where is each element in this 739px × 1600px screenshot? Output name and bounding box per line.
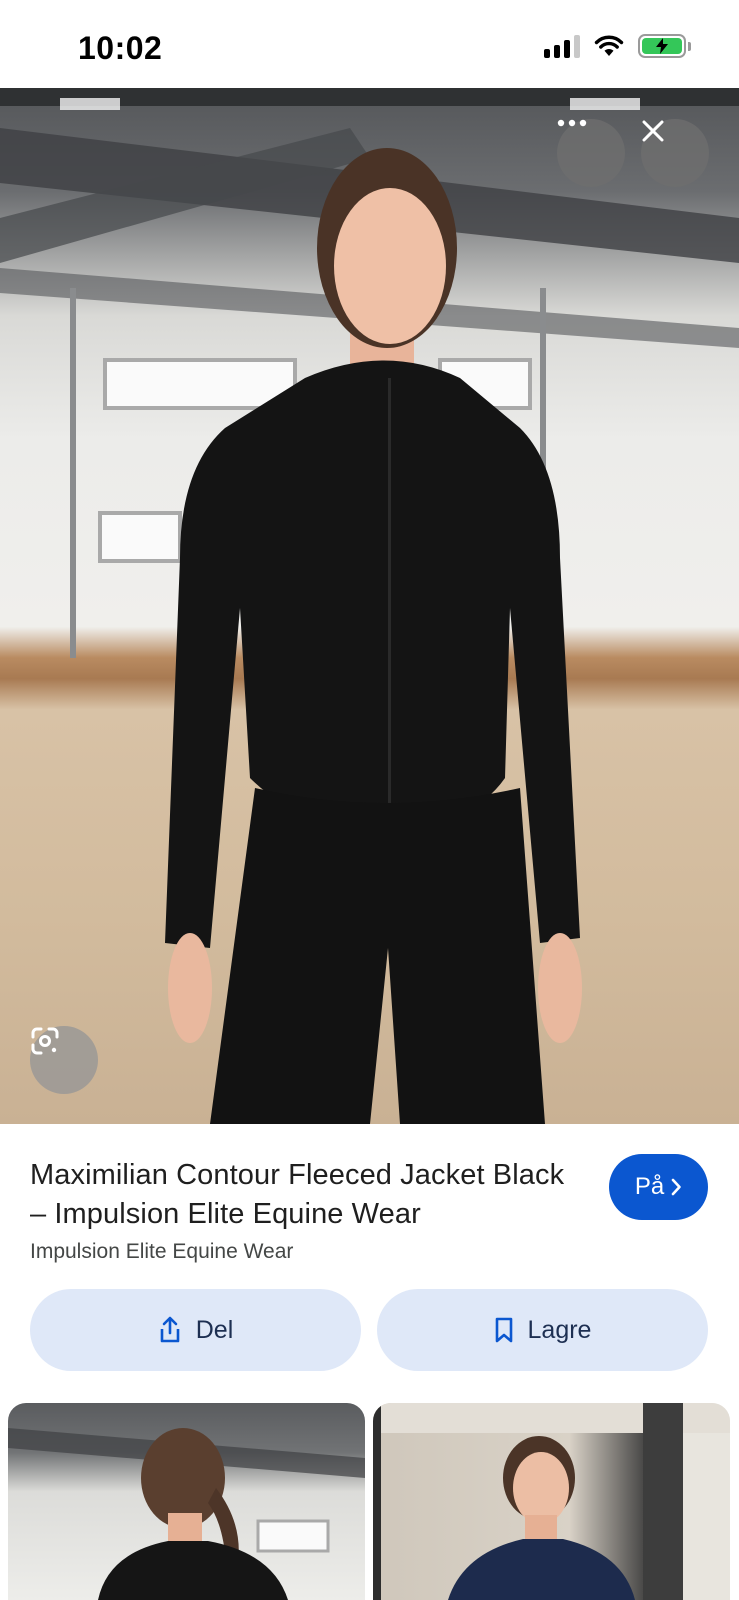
result-info-panel: Maximilian Contour Fleeced Jacket Black … — [0, 1124, 739, 1400]
share-label: Del — [195, 1315, 234, 1344]
result-source[interactable]: Impulsion Elite Equine Wear — [30, 1240, 293, 1264]
status-time: 10:02 — [78, 30, 163, 66]
visit-site-label: På — [634, 1173, 665, 1200]
result-title[interactable]: Maximilian Contour Fleeced Jacket Black … — [30, 1156, 570, 1234]
bookmark-icon — [495, 1317, 512, 1343]
lens-search-button[interactable] — [30, 1026, 98, 1094]
cellular-signal-icon — [544, 34, 580, 58]
related-photo-2-illustration — [373, 1403, 730, 1600]
save-label: Lagre — [527, 1315, 592, 1344]
close-icon — [642, 120, 664, 142]
battery-charging-icon — [638, 34, 691, 58]
save-button[interactable]: Lagre — [377, 1289, 708, 1371]
wifi-icon — [594, 35, 624, 56]
status-bar: 10:02 — [0, 0, 739, 88]
chevron-right-icon — [671, 1178, 681, 1196]
product-image[interactable] — [0, 88, 739, 1124]
share-icon — [160, 1316, 180, 1343]
close-button[interactable] — [641, 119, 709, 187]
google-lens-icon — [31, 1027, 59, 1055]
related-image-1[interactable] — [8, 1403, 365, 1600]
status-icons — [544, 34, 691, 58]
more-options-button[interactable] — [557, 119, 625, 187]
related-photo-1-illustration — [8, 1428, 365, 1600]
more-horizontal-icon — [557, 119, 587, 127]
visit-site-button[interactable]: På — [609, 1154, 708, 1220]
share-button[interactable]: Del — [30, 1289, 361, 1371]
related-image-2[interactable] — [373, 1403, 730, 1600]
product-photo-illustration — [0, 88, 739, 1124]
